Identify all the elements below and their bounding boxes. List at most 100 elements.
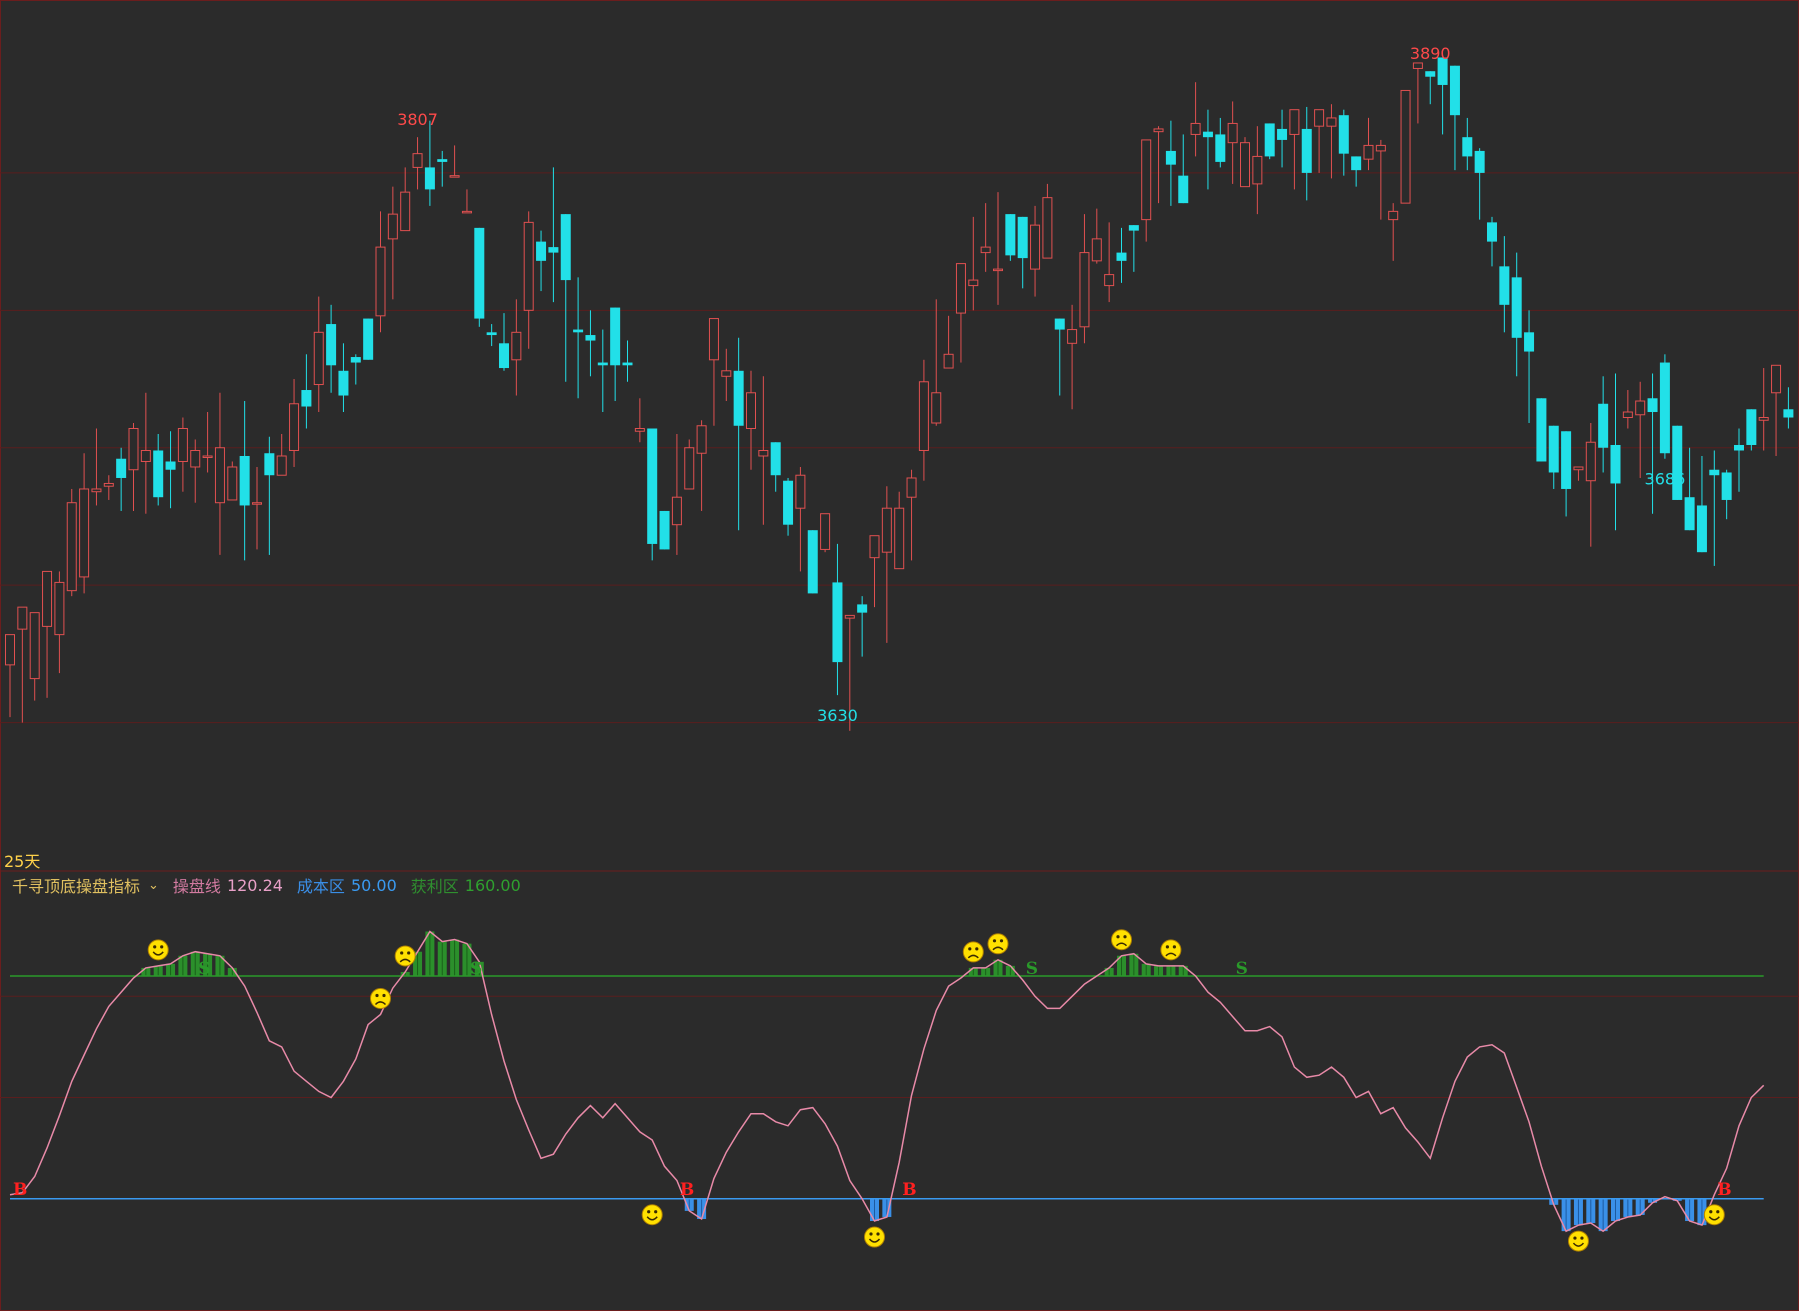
candle-body [140, 449, 151, 462]
candle-body [66, 502, 77, 592]
face-eye [1580, 1236, 1584, 1240]
candle-body [29, 612, 40, 680]
chart-canvas: 3807 3630 3890 3686 B S S B B S S B [0, 0, 1799, 1311]
candle-body [1079, 252, 1090, 328]
candle-body [746, 392, 756, 430]
candle-body [511, 331, 522, 361]
face-circle [641, 1204, 663, 1226]
candle-body [1462, 137, 1473, 157]
face-eye [1116, 935, 1120, 939]
candle-body [906, 477, 917, 498]
candle-body [1684, 497, 1695, 531]
candle-body [1524, 332, 1535, 352]
candle-body [634, 428, 645, 432]
candle-body [597, 362, 608, 366]
candle-body [770, 442, 781, 476]
candle-body [313, 331, 324, 386]
face-circle [962, 941, 984, 963]
candle-body [1622, 411, 1633, 419]
candle-body [622, 362, 633, 366]
candle-body [573, 329, 584, 333]
chevron-down-icon[interactable]: ⌄ [148, 878, 159, 893]
face-circle [987, 933, 1009, 955]
candle-body [474, 227, 485, 319]
candle-body [5, 634, 15, 666]
candle-body [1178, 175, 1189, 204]
face-eye [999, 939, 1004, 943]
candle-body [1264, 123, 1275, 157]
candle-body [424, 167, 435, 190]
candle-body [1301, 128, 1312, 173]
candle-body [1709, 469, 1720, 476]
candle-body [338, 370, 349, 396]
candle-body [165, 461, 176, 470]
candle-body [252, 502, 262, 505]
candle-body [1696, 505, 1707, 553]
indicator-name[interactable]: 千寻顶底操盘指标 [12, 873, 140, 897]
candle-body [1511, 277, 1522, 338]
candle-body [1449, 65, 1460, 116]
candle-body [1734, 444, 1744, 451]
face-eye [1165, 945, 1169, 949]
face-eye [869, 1232, 873, 1236]
candle-body [486, 332, 497, 336]
candle-body [931, 392, 942, 424]
candle-body [1573, 466, 1584, 471]
candle-body [1338, 115, 1349, 154]
candle-body [1128, 225, 1139, 231]
candle-body [1153, 128, 1164, 133]
candle-body [832, 582, 843, 663]
candle-body [214, 447, 225, 504]
candle-body [733, 370, 744, 426]
candle-body [1104, 274, 1115, 287]
candle-body [499, 343, 509, 369]
candle-body [1771, 364, 1782, 394]
face-circle [394, 945, 416, 967]
candle-body [1227, 122, 1238, 144]
candle-body [1215, 134, 1226, 162]
candle-body [560, 214, 571, 281]
candle-body [1116, 252, 1127, 261]
candle-body [363, 318, 374, 360]
candle-body [1585, 441, 1596, 482]
candle-body [980, 246, 991, 254]
face-eye [382, 993, 386, 998]
candle-body [289, 403, 300, 451]
candle-body [708, 318, 719, 361]
candle-body [264, 453, 275, 476]
legend-value-line: 120.24 [226, 875, 283, 895]
face-eye [160, 945, 164, 949]
sad-face-icon [987, 933, 1009, 955]
price-annotation-label: 3630 [817, 706, 858, 725]
candle-body [202, 455, 213, 458]
buy-signal-label: B [680, 1180, 694, 1200]
sad-face-icon [394, 945, 416, 967]
candle-body [881, 507, 892, 553]
sad-face-icon [370, 987, 391, 1009]
candle-body [894, 507, 905, 570]
candle-body [943, 353, 954, 369]
candle-body [190, 449, 201, 468]
candle-body [659, 510, 670, 550]
candle-body [955, 263, 966, 314]
happy-face-icon [1567, 1230, 1589, 1252]
price-annotation-label: 3890 [1410, 44, 1451, 63]
sell-signal-label: S [470, 959, 482, 979]
candle-body [91, 488, 102, 493]
legend-label-line: 操盘线 [172, 877, 221, 896]
candle-body [968, 279, 979, 287]
candle-body [1659, 362, 1670, 454]
candle-body [1165, 150, 1176, 165]
candle-body [548, 247, 559, 253]
face-eye [407, 951, 411, 955]
face-circle [1567, 1230, 1589, 1252]
candle-body [1672, 425, 1683, 500]
face-circle [370, 987, 391, 1009]
candle-body [918, 381, 929, 451]
face-eye [375, 993, 379, 998]
candle-body [153, 450, 164, 498]
face-eye [876, 1232, 880, 1236]
candle-body [1042, 197, 1053, 259]
candle-body [387, 213, 398, 240]
face-eye [975, 947, 979, 951]
